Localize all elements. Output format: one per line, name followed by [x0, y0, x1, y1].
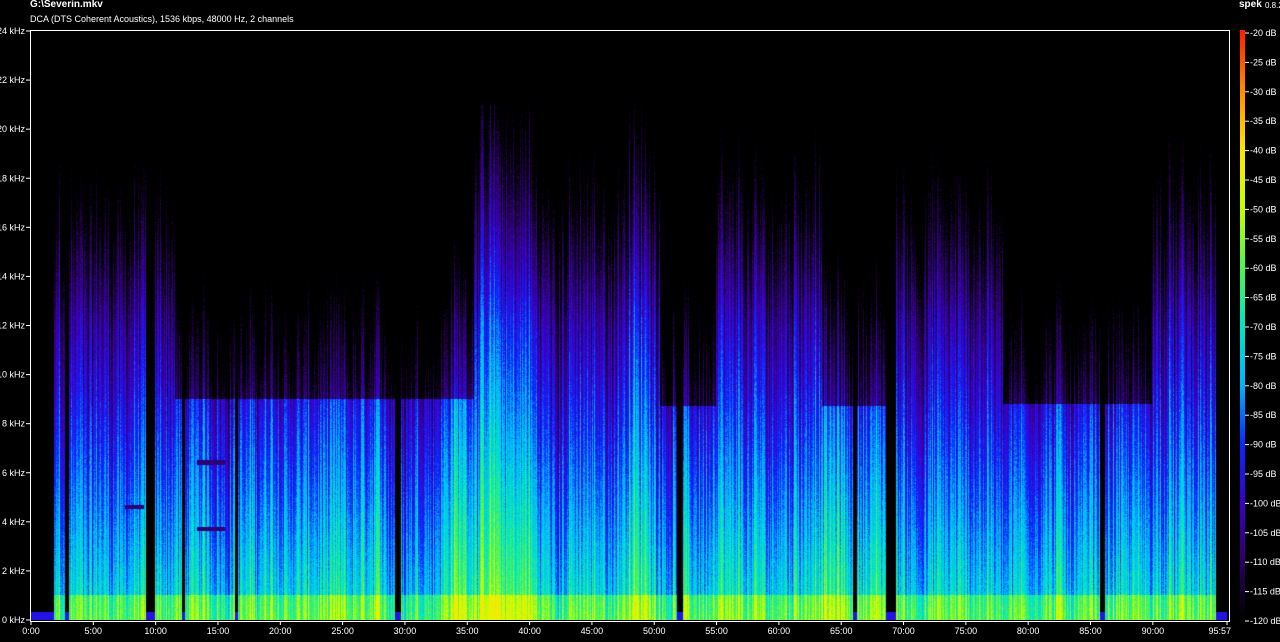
y-tick-label: 10 kHz — [0, 370, 25, 380]
colorbar-tick-label: -110 dB — [1250, 557, 1280, 567]
colorbar-tick-label: -75 dB — [1250, 351, 1277, 361]
y-tick-label: 18 kHz — [0, 173, 25, 183]
colorbar-tick-label: -25 dB — [1250, 57, 1277, 67]
y-tick-label: 14 kHz — [0, 271, 25, 281]
colorbar-tick-label: -100 dB — [1250, 498, 1280, 508]
x-tick-label: 55:00 — [705, 626, 728, 636]
x-tick-label: 35:00 — [456, 626, 479, 636]
y-tick-label: 4 kHz — [2, 517, 26, 527]
x-tick-label: 85:00 — [1079, 626, 1102, 636]
colorbar-tick-label: -30 dB — [1250, 87, 1277, 97]
y-tick-label: 20 kHz — [0, 124, 25, 134]
y-tick-label: 24 kHz — [0, 26, 25, 36]
x-tick-label: 95:57 — [1208, 626, 1231, 636]
x-tick-label: 40:00 — [518, 626, 541, 636]
x-tick-label: 20:00 — [269, 626, 292, 636]
colorbar-tick-label: -70 dB — [1250, 322, 1277, 332]
colorbar-tick-label: -50 dB — [1250, 204, 1277, 214]
y-tick-label: 16 kHz — [0, 222, 25, 232]
colorbar-tick-label: -40 dB — [1250, 146, 1277, 156]
x-tick-label: 25:00 — [331, 626, 354, 636]
y-tick-label: 12 kHz — [0, 321, 25, 331]
colorbar-tick-label: -35 dB — [1250, 116, 1277, 126]
colorbar-tick-label: -90 dB — [1250, 440, 1277, 450]
colorbar-tick-label: -65 dB — [1250, 293, 1277, 303]
colorbar — [1240, 30, 1245, 622]
x-tick-label: 75:00 — [955, 626, 978, 636]
colorbar-tick-label: -80 dB — [1250, 381, 1277, 391]
colorbar-tick-label: -115 dB — [1250, 587, 1280, 597]
x-tick-label: 65:00 — [830, 626, 853, 636]
y-tick-label: 6 kHz — [2, 468, 26, 478]
colorbar-tick-label: -105 dB — [1250, 528, 1280, 538]
x-tick-label: 60:00 — [768, 626, 791, 636]
x-tick-label: 90:00 — [1142, 626, 1165, 636]
x-tick-label: 80:00 — [1017, 626, 1040, 636]
axes-layer: 0:00 5:00 10:00 15:00 20:00 25:00 30:00 35:00 40… — [0, 26, 1280, 636]
colorbar-tick-label: -120 dB — [1250, 616, 1280, 626]
colorbar-tick-label: -45 dB — [1250, 175, 1277, 185]
x-tick-label: 30:00 — [394, 626, 417, 636]
y-tick-label: 22 kHz — [0, 75, 25, 85]
colorbar-tick-label: -55 dB — [1250, 234, 1277, 244]
x-tick-label: 0:00 — [22, 626, 40, 636]
x-tick-label: 10:00 — [144, 626, 167, 636]
y-tick-label: 8 kHz — [2, 419, 26, 429]
colorbar-tick-label: -20 dB — [1250, 28, 1277, 38]
x-tick-label: 45:00 — [581, 626, 604, 636]
y-tick-label: 2 kHz — [2, 566, 26, 576]
y-tick-label: 0 kHz — [2, 615, 26, 625]
x-tick-label: 15:00 — [207, 626, 230, 636]
x-tick-label: 5:00 — [85, 626, 103, 636]
colorbar-tick-label: -85 dB — [1250, 410, 1277, 420]
x-tick-label: 70:00 — [892, 626, 915, 636]
x-tick-label: 50:00 — [643, 626, 666, 636]
colorbar-tick-label: -95 dB — [1250, 469, 1277, 479]
colorbar-tick-label: -60 dB — [1250, 263, 1277, 273]
